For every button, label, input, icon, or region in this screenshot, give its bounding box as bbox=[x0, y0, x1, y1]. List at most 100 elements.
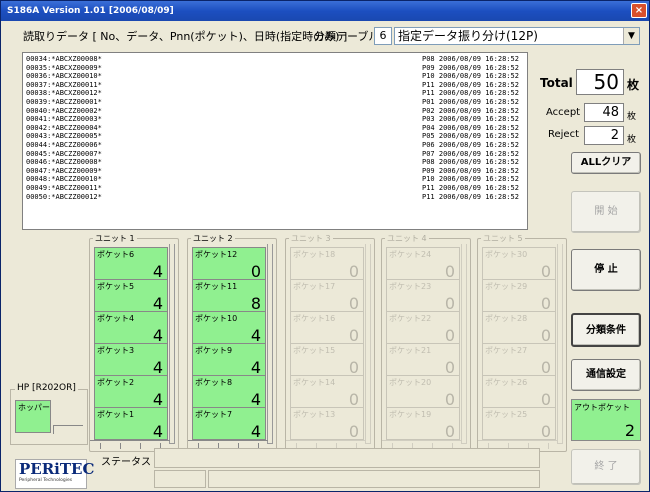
pocket-name: ポケット30 bbox=[485, 250, 528, 259]
pocket: ポケット8 4 bbox=[192, 375, 266, 409]
pocket-name: ポケット8 bbox=[195, 378, 233, 387]
out-pocket-label: アウトポケット bbox=[574, 403, 630, 412]
log-row-pocket-time: P10 2006/08/09 16:28:52 bbox=[422, 175, 519, 184]
pocket: ポケット11 8 bbox=[192, 279, 266, 313]
pocket: ポケット1 4 bbox=[94, 407, 168, 441]
comm-settings-button[interactable]: 通信設定 bbox=[571, 359, 641, 391]
pocket: ポケット28 0 bbox=[482, 311, 556, 345]
read-data-log[interactable]: 00034:*ABCXZ00008* P08 2006/08/09 16:28:5… bbox=[22, 52, 528, 230]
hopper-group-label: HP [R202OR] bbox=[15, 383, 78, 393]
exit-button[interactable]: 終 了 bbox=[571, 449, 641, 485]
log-row-data: 00039:*ABCZZ00001* bbox=[26, 97, 102, 106]
log-row: 00046:*ABCZZ00008* P08 2006/08/09 16:28:5… bbox=[26, 158, 527, 167]
pocket-name: ポケット23 bbox=[389, 282, 432, 291]
pocket-name: ポケット3 bbox=[97, 346, 135, 355]
pocket-name: ポケット22 bbox=[389, 314, 432, 323]
pocket: ポケット18 0 bbox=[290, 247, 364, 281]
log-row-pocket-time: P04 2006/08/09 16:28:52 bbox=[422, 123, 519, 132]
unit-label: ユニット 2 bbox=[191, 233, 235, 244]
log-row: 00038:*ABCXZ00012* P11 2006/08/09 16:28:5… bbox=[26, 89, 527, 98]
log-row-data: 00042:*ABCZZ00004* bbox=[26, 123, 102, 132]
start-button[interactable]: 開 始 bbox=[571, 191, 641, 233]
log-row-data: 00048:*ABCZZ00010* bbox=[26, 175, 102, 184]
pocket-name: ポケット7 bbox=[195, 410, 233, 419]
pocket-name: ポケット20 bbox=[389, 378, 432, 387]
log-row-data: 00040:*ABCZZ00002* bbox=[26, 106, 102, 115]
log-row-pocket-time: P08 2006/08/09 16:28:52 bbox=[422, 55, 519, 63]
pocket: ポケット26 0 bbox=[482, 375, 556, 409]
reject-label: Reject bbox=[548, 129, 580, 140]
out-pocket-count: 2 bbox=[624, 421, 635, 440]
pocket: ポケット30 0 bbox=[482, 247, 556, 281]
pocket: ポケット23 0 bbox=[386, 279, 460, 313]
log-row-pocket-time: P11 2006/08/09 16:28:52 bbox=[422, 89, 519, 98]
pocket-name: ポケット12 bbox=[195, 250, 238, 259]
stop-button[interactable]: 停 止 bbox=[571, 249, 641, 291]
unit-side-rail bbox=[365, 244, 371, 444]
log-row-pocket-time: P09 2006/08/09 16:28:52 bbox=[422, 166, 519, 175]
log-row-pocket-time: P06 2006/08/09 16:28:52 bbox=[422, 140, 519, 149]
sort-table-number[interactable]: 6 bbox=[374, 27, 392, 45]
pocket: ポケット2 4 bbox=[94, 375, 168, 409]
accept-label: Accept bbox=[546, 107, 581, 118]
sort-condition-button[interactable]: 分類条件 bbox=[571, 313, 641, 347]
pocket-name: ポケット6 bbox=[97, 250, 135, 259]
log-row-pocket-time: P11 2006/08/09 16:28:52 bbox=[422, 183, 519, 192]
pocket-name: ポケット11 bbox=[195, 282, 238, 291]
status-field-sub1 bbox=[154, 470, 206, 488]
log-row-data: 00046:*ABCZZ00008* bbox=[26, 158, 102, 167]
logo-brand: PERiTEC bbox=[19, 460, 95, 478]
sort-mode-value: 指定データ振り分け(12P) bbox=[398, 29, 538, 43]
chevron-down-icon[interactable]: ▼ bbox=[623, 28, 639, 44]
log-row-data: 00049:*ABCZZ00011* bbox=[26, 183, 102, 192]
log-row-data: 00044:*ABCZZ00006* bbox=[26, 140, 102, 149]
pocket: ポケット29 0 bbox=[482, 279, 556, 313]
log-row-pocket-time: P02 2006/08/09 16:28:52 bbox=[422, 106, 519, 115]
log-row-pocket-time: P09 2006/08/09 16:28:52 bbox=[422, 63, 519, 72]
log-row-data: 00036:*ABCXZ00010* bbox=[26, 72, 102, 81]
pocket-name: ポケット24 bbox=[389, 250, 432, 259]
pocket: ポケット7 4 bbox=[192, 407, 266, 441]
hopper-base bbox=[53, 425, 83, 434]
pocket: ポケット14 0 bbox=[290, 375, 364, 409]
reject-unit: 枚 bbox=[627, 135, 637, 145]
log-row-pocket-time: P07 2006/08/09 16:28:52 bbox=[422, 149, 519, 158]
title-bar: S186A Version 1.01 [2006/08/09] × bbox=[1, 1, 649, 21]
pocket-name: ポケット16 bbox=[293, 314, 336, 323]
log-row-pocket-time: P03 2006/08/09 16:28:52 bbox=[422, 115, 519, 124]
unit-2: ポケット12 0 ポケット11 8 ポケット10 4 ポケット9 4 ポケット8 4 ポケット7 4 bbox=[187, 238, 277, 452]
log-row-pocket-time: P11 2006/08/09 16:28:52 bbox=[422, 80, 519, 89]
accept-value: 48 bbox=[584, 103, 624, 122]
pocket-name: ポケット1 bbox=[97, 410, 135, 419]
log-row-data: 00038:*ABCXZ00012* bbox=[26, 89, 102, 98]
sort-mode-select[interactable]: 指定データ振り分け(12P) ▼ bbox=[394, 27, 640, 45]
status-label: ステータス bbox=[101, 457, 151, 468]
log-row-data: 00050:*ABCZZ00012* bbox=[26, 192, 102, 201]
pocket-count: 4 bbox=[152, 422, 163, 441]
pocket: ポケット21 0 bbox=[386, 343, 460, 377]
log-row-pocket-time: P08 2006/08/09 16:28:52 bbox=[422, 158, 519, 167]
pocket-count: 0 bbox=[348, 422, 359, 441]
log-row: 00048:*ABCZZ00010* P10 2006/08/09 16:28:5… bbox=[26, 175, 527, 184]
pocket-name: ポケット14 bbox=[293, 378, 336, 387]
log-row: 00045:*ABCZZ00007* P07 2006/08/09 16:28:5… bbox=[26, 150, 527, 159]
all-clear-button[interactable]: ALLクリア bbox=[571, 152, 641, 174]
pocket-name: ポケット21 bbox=[389, 346, 432, 355]
unit-label: ユニット 3 bbox=[289, 233, 333, 244]
log-row: 00039:*ABCZZ00001* P01 2006/08/09 16:28:5… bbox=[26, 98, 527, 107]
unit-side-rail bbox=[461, 244, 467, 444]
main-window: S186A Version 1.01 [2006/08/09] × 読取りデータ… bbox=[0, 0, 650, 492]
close-button[interactable]: × bbox=[631, 3, 647, 18]
accept-unit: 枚 bbox=[627, 112, 637, 122]
pocket-name: ポケット25 bbox=[485, 410, 528, 419]
status-field bbox=[154, 448, 540, 468]
log-row-pocket-time: P10 2006/08/09 16:28:52 bbox=[422, 72, 519, 81]
total-value: 50 bbox=[576, 69, 624, 95]
log-row: 00043:*ABCZZ00005* P05 2006/08/09 16:28:5… bbox=[26, 132, 527, 141]
log-row: 00044:*ABCZZ00006* P06 2006/08/09 16:28:5… bbox=[26, 141, 527, 150]
pocket: ポケット27 0 bbox=[482, 343, 556, 377]
pocket-name: ポケット17 bbox=[293, 282, 336, 291]
log-row: 00036:*ABCXZ00010* P10 2006/08/09 16:28:5… bbox=[26, 72, 527, 81]
unit-1: ポケット6 4 ポケット5 4 ポケット4 4 ポケット3 4 ポケット2 4 ポケット1 4 bbox=[89, 238, 179, 452]
sort-table-label: 分類テーブル bbox=[314, 30, 380, 43]
